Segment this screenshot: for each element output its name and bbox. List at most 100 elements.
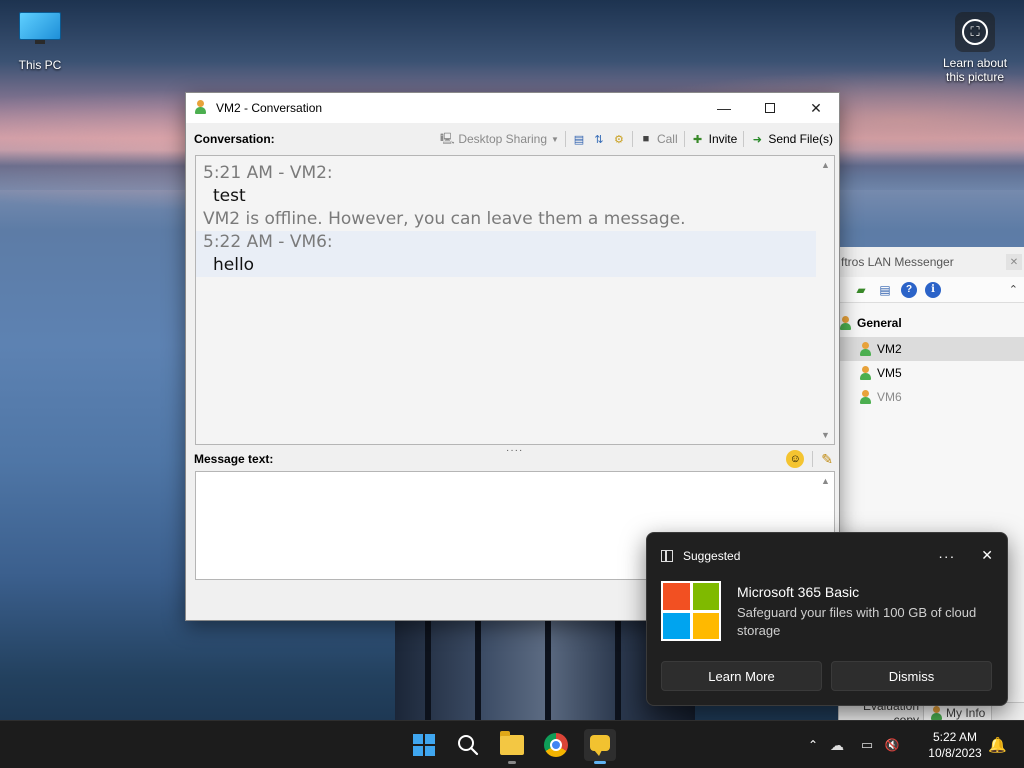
close-button[interactable]: ✕ [793, 93, 839, 123]
user-online-icon [859, 342, 871, 356]
cloud-icon[interactable]: ☁ [822, 737, 852, 754]
message-meta: 5:21 AM - VM2: [203, 163, 333, 183]
notification-toast: Suggested ··· ✕ Microsoft 365 Basic Safe… [646, 532, 1008, 706]
desktop-sharing-icon: 🖳 [439, 132, 455, 145]
chevron-up-icon[interactable]: ⌃ [1009, 283, 1018, 296]
lan-messenger-taskbar-button[interactable] [584, 729, 616, 764]
my-info-button[interactable]: My Info [923, 703, 993, 722]
emoticon-button[interactable]: ☺ [786, 450, 805, 468]
lan-messenger-titlebar: ftros LAN Messenger ✕ [839, 247, 1024, 277]
invite-button[interactable]: ✚ Invite [691, 132, 738, 146]
contact-vm2[interactable]: VM2 [839, 337, 1024, 361]
network-icon[interactable]: ▭ [852, 737, 882, 753]
windows-logo-icon [413, 734, 435, 756]
transfers-icon: ⇅ [594, 133, 604, 146]
message-history[interactable]: 5:21 AM - VM2: test VM2 is offline. Howe… [195, 155, 835, 445]
close-icon[interactable]: ✕ [981, 547, 993, 564]
maximize-button[interactable] [747, 93, 793, 123]
history-icon: ▤ [573, 133, 585, 146]
more-options-button[interactable]: ··· [938, 548, 955, 564]
group-general[interactable]: General [839, 313, 1024, 333]
window-title: VM2 - Conversation [216, 101, 323, 115]
close-icon[interactable]: ✕ [1006, 254, 1022, 270]
minimize-button[interactable]: — [701, 93, 747, 123]
contact-vm5[interactable]: VM5 [839, 361, 1024, 385]
history-scrollbar[interactable]: ▲ ▼ [817, 156, 834, 444]
learn-more-button[interactable]: Learn More [661, 661, 822, 691]
history-icon[interactable]: ▤ [877, 282, 893, 298]
my-info-label: My Info [946, 705, 986, 720]
toast-header: Suggested ··· ✕ [661, 547, 993, 564]
settings-button[interactable]: ⚙ [612, 132, 626, 146]
message-meta: 5:22 AM - VM6: [203, 232, 333, 252]
suggested-icon [661, 549, 673, 562]
user-online-icon [859, 390, 871, 404]
transfers-button[interactable]: ⇅ [592, 132, 606, 146]
chevron-up-icon[interactable]: ⌃ [804, 738, 822, 752]
info-icon[interactable]: i [925, 281, 941, 298]
folder-icon [500, 731, 524, 755]
clock[interactable]: 5:22 AM 10/8/2023 [920, 729, 990, 761]
scroll-up-icon[interactable]: ▲ [821, 476, 830, 486]
message-block: 5:21 AM - VM2: test [196, 162, 834, 208]
dismiss-button[interactable]: Dismiss [831, 661, 992, 691]
send-files-label: Send File(s) [768, 132, 833, 146]
send-files-button[interactable]: ➜ Send File(s) [750, 132, 833, 146]
contact-vm6[interactable]: VM6 [839, 385, 1024, 409]
chrome-button[interactable] [540, 729, 572, 761]
message-block: 5:22 AM - VM6: hello [196, 231, 816, 277]
clock-time: 5:22 AM [932, 730, 978, 744]
desktop-sharing-button[interactable]: 🖳 Desktop Sharing ▼ [440, 132, 559, 146]
notification-bell-icon[interactable]: 🔔 [988, 721, 1007, 768]
font-settings-icon[interactable]: ✎ [821, 451, 833, 468]
add-group-icon[interactable]: ▰ [853, 282, 869, 298]
video-camera-icon: ■ [642, 133, 650, 145]
volume-muted-icon[interactable]: 🔇 [882, 738, 902, 752]
dropdown-arrow-icon: ▼ [551, 134, 559, 144]
search-button[interactable] [452, 729, 484, 761]
offline-notice: VM2 is offline. However, you can leave t… [203, 209, 686, 229]
camera-info-icon: ⛶ [955, 12, 995, 52]
call-label: Call [656, 132, 678, 146]
chat-bubble-icon [588, 733, 612, 757]
gear-icon: ⚙ [614, 133, 624, 146]
desktop-icon-learn-about-picture[interactable]: ⛶ Learn about this picture [935, 12, 1015, 84]
invite-label: Invite [708, 132, 738, 146]
contact-name: VM5 [877, 366, 902, 380]
start-button[interactable] [408, 729, 440, 761]
desktop-icon-this-pc[interactable]: This PC [0, 12, 80, 72]
conversation-titlebar: VM2 - Conversation — ✕ [186, 93, 839, 123]
file-explorer-button[interactable] [496, 729, 528, 764]
search-icon [458, 735, 479, 756]
taskbar: ⌃ ☁ ▭ 🔇 5:22 AM 10/8/2023 🔔 [0, 720, 1024, 768]
toast-header-label: Suggested [683, 548, 741, 563]
system-tray: ⌃ ☁ ▭ 🔇 [804, 721, 902, 768]
help-icon[interactable]: ? [901, 281, 917, 298]
toast-text: Safeguard your files with 100 GB of clou… [737, 605, 977, 638]
lan-messenger-toolbar: ▰ ▤ ? i ⌃ [839, 277, 1024, 303]
scroll-up-icon[interactable]: ▲ [821, 160, 830, 170]
conversation-label: Conversation: [194, 132, 275, 146]
scroll-down-icon[interactable]: ▼ [821, 430, 830, 440]
user-online-icon [859, 366, 871, 380]
history-button[interactable]: ▤ [572, 132, 586, 146]
call-button[interactable]: ■ Call [639, 132, 678, 146]
microsoft-logo-icon [661, 581, 721, 641]
message-text-label: Message text: [194, 452, 274, 466]
group-icon [839, 316, 851, 330]
monitor-icon [19, 12, 61, 44]
message-text: hello [213, 255, 255, 275]
message-text: test [213, 186, 246, 206]
active-indicator [594, 761, 606, 764]
running-indicator [508, 761, 516, 764]
desktop-icon-label: Learn about this picture [942, 56, 1008, 84]
send-file-icon: ➜ [752, 133, 762, 146]
user-icon [194, 100, 208, 116]
contact-name: VM6 [877, 390, 902, 404]
chrome-icon [544, 733, 568, 757]
message-text-header: Message text: ☺ ✎ [194, 449, 833, 469]
conversation-toolbar: Conversation: 🖳 Desktop Sharing ▼ ▤ ⇅ ⚙ … [194, 129, 833, 149]
toast-title: Microsoft 365 Basic [737, 584, 860, 600]
user-icon [930, 705, 942, 720]
contact-name: VM2 [877, 342, 902, 356]
